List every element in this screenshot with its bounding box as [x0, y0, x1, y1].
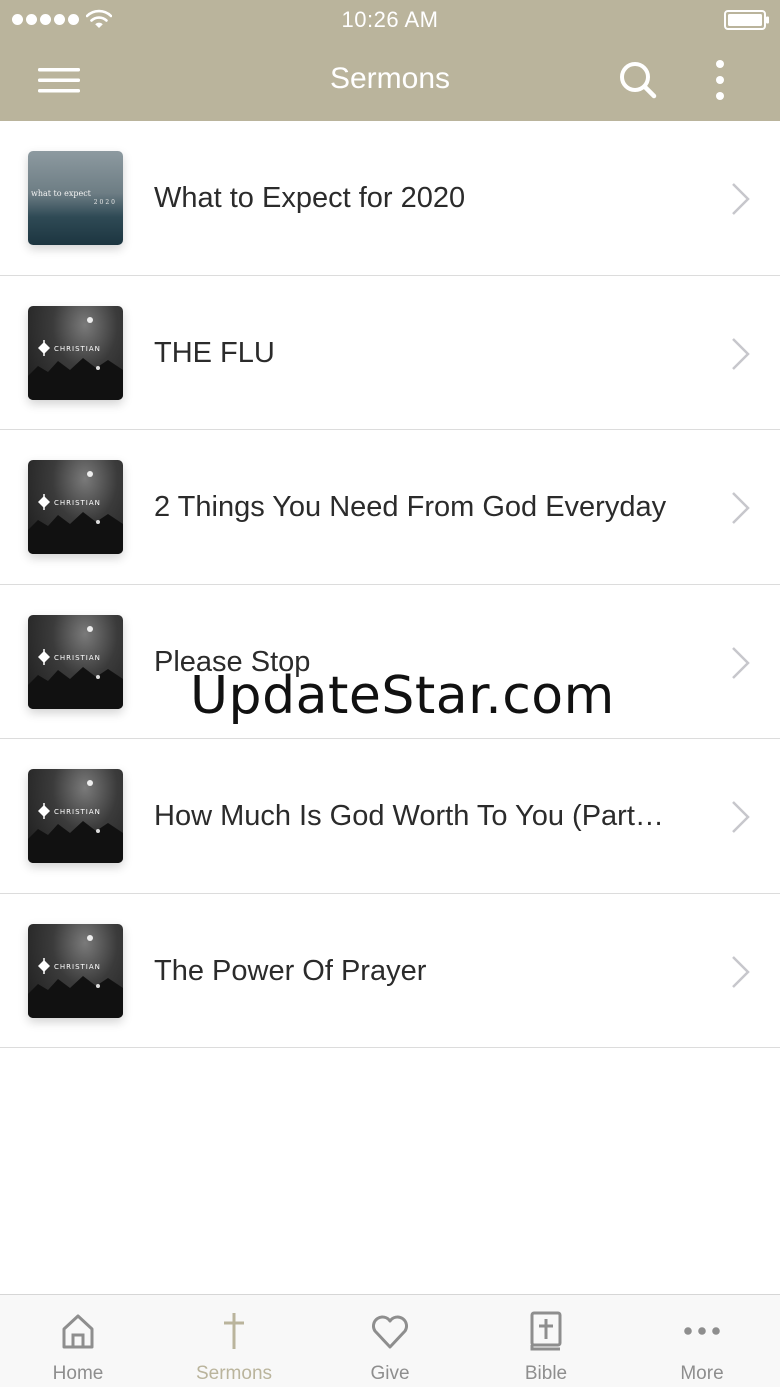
- tab-bible[interactable]: Bible: [468, 1295, 624, 1387]
- sermon-title: What to Expect for 2020: [154, 182, 466, 214]
- sermon-row[interactable]: CHRISTIAN 2 Things You Need From God Eve…: [0, 430, 780, 585]
- tab-label: Home: [52, 1363, 104, 1384]
- thumbnail-text: CHRISTIAN: [54, 345, 101, 353]
- thumbnail-text: what to expect: [31, 189, 91, 198]
- tab-more[interactable]: More: [624, 1295, 780, 1387]
- status-time: 10:26 AM: [341, 7, 439, 32]
- home-icon: [62, 1314, 94, 1349]
- tab-label: Bible: [524, 1363, 568, 1384]
- christian-thumbnail: CHRISTIAN: [28, 923, 123, 1018]
- chevron-right-icon: [732, 646, 750, 679]
- christian-thumbnail: CHRISTIAN: [28, 769, 123, 863]
- tab-give[interactable]: Give: [312, 1295, 468, 1387]
- tab-home[interactable]: Home: [0, 1295, 156, 1387]
- chevron-right-icon: [732, 183, 750, 215]
- navigation-bar: Sermons: [0, 40, 780, 121]
- page-title: Sermons: [329, 62, 451, 95]
- chevron-right-icon: [732, 492, 750, 524]
- more-dots-icon: [684, 1327, 720, 1335]
- bible-icon: [530, 1311, 562, 1351]
- tab-label: Sermons: [195, 1363, 273, 1384]
- thumbnail-text: CHRISTIAN: [54, 963, 101, 971]
- sermon-row[interactable]: CHRISTIAN How Much Is God Worth To You (…: [0, 739, 780, 894]
- chevron-right-icon: [732, 337, 750, 370]
- heart-icon: [372, 1315, 408, 1349]
- what-to-expect-thumbnail: what to expect 2020: [28, 151, 123, 245]
- tab-sermons[interactable]: Sermons: [156, 1295, 312, 1387]
- status-bar: 10:26 AM: [0, 0, 780, 40]
- tab-label: Give: [370, 1363, 410, 1384]
- sermon-title: How Much Is God Worth To You (Part…: [154, 800, 664, 832]
- sermon-title: THE FLU: [154, 336, 275, 369]
- cross-icon: [224, 1313, 244, 1349]
- christian-thumbnail: CHRISTIAN: [28, 305, 123, 400]
- thumbnail-text: CHRISTIAN: [54, 654, 101, 662]
- tab-label: More: [680, 1363, 724, 1384]
- thumbnail-text: 2020: [93, 199, 117, 206]
- sermon-row[interactable]: CHRISTIAN The Power Of Prayer: [0, 893, 780, 1048]
- chevron-right-icon: [732, 955, 750, 988]
- christian-thumbnail: CHRISTIAN: [28, 614, 123, 709]
- chevron-right-icon: [732, 801, 750, 833]
- header: 10:26 AM Sermons: [0, 0, 780, 121]
- sermon-title: The Power Of Prayer: [154, 954, 427, 987]
- sermon-row[interactable]: CHRISTIAN THE FLU: [0, 275, 780, 430]
- overflow-menu-icon[interactable]: [704, 56, 736, 104]
- sermons-screen: 10:26 AM Sermons what to expect 2020 Wha…: [0, 0, 780, 1387]
- thumbnail-text: CHRISTIAN: [54, 808, 101, 816]
- sermon-list: what to expect 2020 What to Expect for 2…: [0, 121, 780, 1048]
- thumbnail-text: CHRISTIAN: [54, 499, 101, 507]
- christian-thumbnail: CHRISTIAN: [28, 460, 123, 554]
- tab-bar: Home Sermons Give Bible More: [0, 1294, 780, 1387]
- search-icon[interactable]: [616, 58, 660, 102]
- watermark-text: UpdateStar.com: [190, 666, 615, 726]
- sermon-row[interactable]: what to expect 2020 What to Expect for 2…: [0, 121, 780, 276]
- battery-icon: [724, 10, 769, 30]
- sermon-title: 2 Things You Need From God Everyday: [154, 491, 667, 523]
